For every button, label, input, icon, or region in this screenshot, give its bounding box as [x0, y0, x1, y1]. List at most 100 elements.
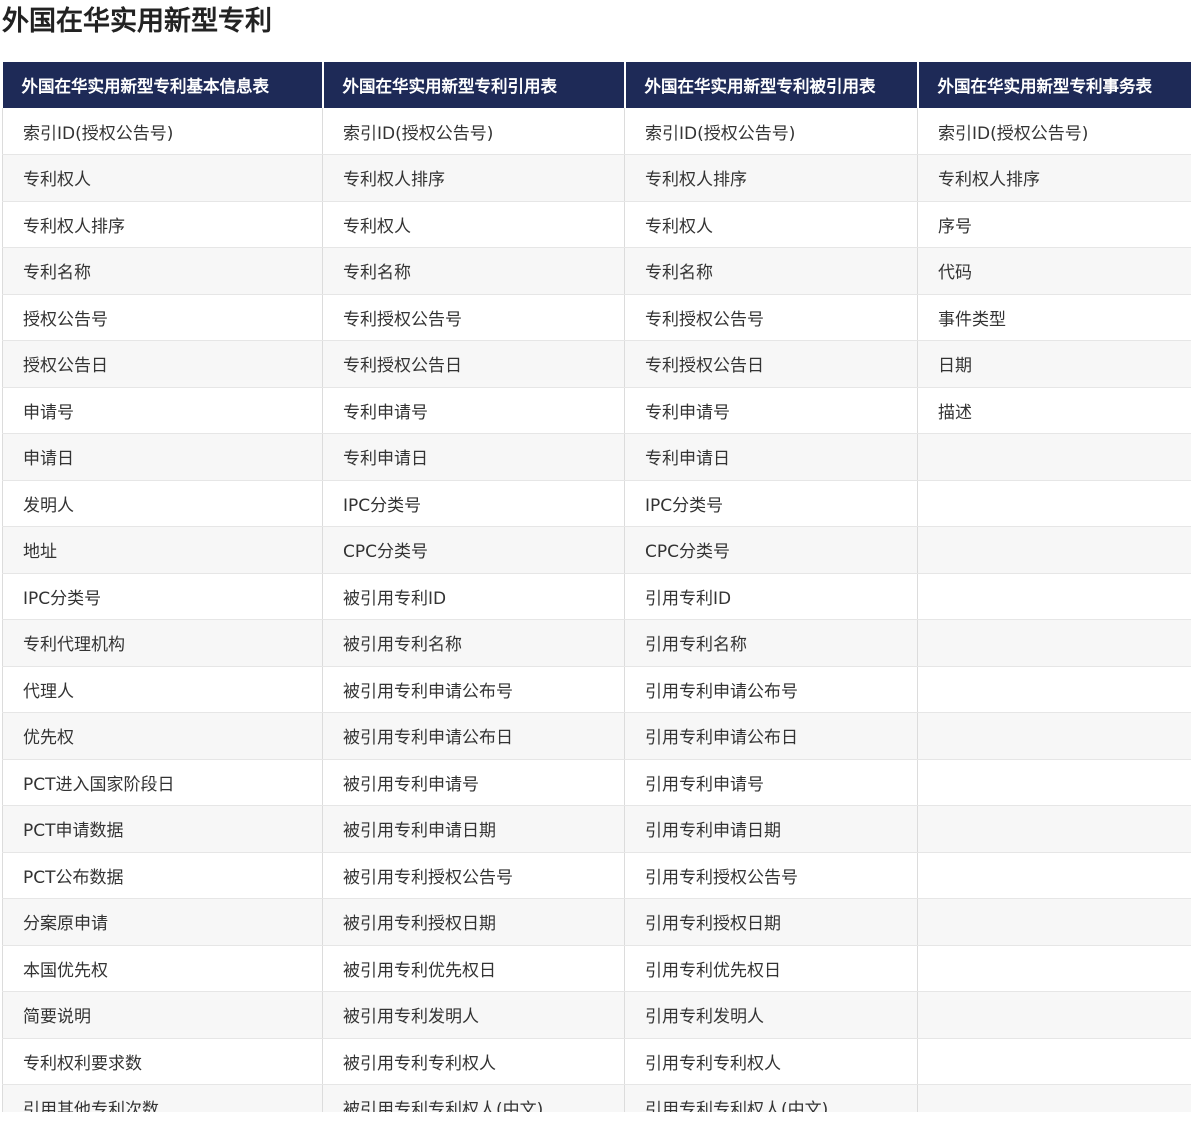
- column-header-transaction: 外国在华实用新型专利事务表: [917, 62, 1191, 108]
- cell-cited-by: 引用专利发明人: [624, 991, 918, 1039]
- table-viewport[interactable]: 外国在华实用新型专利基本信息表 外国在华实用新型专利引用表 外国在华实用新型专利…: [2, 62, 1191, 1112]
- cell-basic-info: 专利权利要求数: [2, 1038, 323, 1085]
- cell-cited-by: 专利申请日: [624, 433, 918, 481]
- table-row: 地址 CPC分类号 CPC分类号: [2, 526, 1191, 574]
- cell-citation: 被引用专利申请日期: [322, 805, 625, 853]
- cell-basic-info: 申请号: [2, 387, 323, 434]
- cell-transaction: 日期: [917, 340, 1191, 388]
- cell-transaction: 序号: [917, 201, 1191, 248]
- cell-cited-by: 引用专利授权公告号: [624, 852, 918, 899]
- table-row: 专利代理机构 被引用专利名称 引用专利名称: [2, 619, 1191, 667]
- cell-citation: 专利授权公告日: [322, 340, 625, 388]
- cell-transaction: [917, 898, 1191, 946]
- table-row: 索引ID(授权公告号) 索引ID(授权公告号) 索引ID(授权公告号) 索引ID(授权…: [2, 108, 1191, 155]
- cell-citation: 专利名称: [322, 247, 625, 295]
- cell-cited-by: 专利名称: [624, 247, 918, 295]
- cell-transaction: [917, 1084, 1191, 1112]
- column-header-cited-by: 外国在华实用新型专利被引用表: [624, 62, 919, 108]
- cell-citation: CPC分类号: [322, 526, 625, 574]
- table-row: 简要说明 被引用专利发明人 引用专利发明人: [2, 991, 1191, 1039]
- cell-transaction: [917, 759, 1191, 806]
- cell-citation: 被引用专利发明人: [322, 991, 625, 1039]
- cell-basic-info: PCT进入国家阶段日: [2, 759, 323, 806]
- table-row: 专利权人排序 专利权人 专利权人 序号: [2, 201, 1191, 248]
- cell-transaction: [917, 573, 1191, 620]
- cell-cited-by: 引用专利名称: [624, 619, 918, 667]
- cell-cited-by: 引用专利优先权日: [624, 945, 918, 992]
- cell-citation: 被引用专利授权公告号: [322, 852, 625, 899]
- cell-transaction: [917, 712, 1191, 760]
- cell-cited-by: 索引ID(授权公告号): [624, 108, 918, 155]
- table-row: 专利权人 专利权人排序 专利权人排序 专利权人排序: [2, 154, 1191, 202]
- cell-basic-info: 授权公告日: [2, 340, 323, 388]
- cell-citation: 被引用专利申请号: [322, 759, 625, 806]
- cell-citation: 被引用专利授权日期: [322, 898, 625, 946]
- cell-transaction: [917, 666, 1191, 713]
- cell-cited-by: 专利权人排序: [624, 154, 918, 202]
- cell-basic-info: IPC分类号: [2, 573, 323, 620]
- cell-transaction: [917, 619, 1191, 667]
- cell-citation: 索引ID(授权公告号): [322, 108, 625, 155]
- cell-transaction: 代码: [917, 247, 1191, 295]
- column-header-basic-info: 外国在华实用新型专利基本信息表: [2, 62, 324, 108]
- table-row: 申请号 专利申请号 专利申请号 描述: [2, 387, 1191, 434]
- cell-cited-by: 引用专利申请公布号: [624, 666, 918, 713]
- cell-basic-info: 代理人: [2, 666, 323, 713]
- column-header-citation: 外国在华实用新型专利引用表: [322, 62, 626, 108]
- cell-transaction: 描述: [917, 387, 1191, 434]
- table-header-row: 外国在华实用新型专利基本信息表 外国在华实用新型专利引用表 外国在华实用新型专利…: [2, 62, 1191, 108]
- cell-basic-info: 专利权人排序: [2, 201, 323, 248]
- cell-citation: 专利权人排序: [322, 154, 625, 202]
- cell-transaction: [917, 1038, 1191, 1085]
- cell-cited-by: 引用专利ID: [624, 573, 918, 620]
- cell-basic-info: 地址: [2, 526, 323, 574]
- schema-table: 外国在华实用新型专利基本信息表 外国在华实用新型专利引用表 外国在华实用新型专利…: [2, 62, 1191, 1112]
- cell-transaction: 专利权人排序: [917, 154, 1191, 202]
- cell-citation: 专利权人: [322, 201, 625, 248]
- cell-basic-info: 引用其他专利次数: [2, 1084, 323, 1112]
- cell-basic-info: 分案原申请: [2, 898, 323, 946]
- cell-transaction: [917, 991, 1191, 1039]
- cell-cited-by: 专利申请号: [624, 387, 918, 434]
- cell-cited-by: CPC分类号: [624, 526, 918, 574]
- page-title: 外国在华实用新型专利: [2, 6, 272, 37]
- table-row: 授权公告日 专利授权公告日 专利授权公告日 日期: [2, 340, 1191, 388]
- table-row: 分案原申请 被引用专利授权日期 引用专利授权日期: [2, 898, 1191, 946]
- table-row: PCT进入国家阶段日 被引用专利申请号 引用专利申请号: [2, 759, 1191, 806]
- cell-citation: 被引用专利申请公布日: [322, 712, 625, 760]
- cell-transaction: 事件类型: [917, 294, 1191, 341]
- cell-cited-by: 专利权人: [624, 201, 918, 248]
- table-body: 索引ID(授权公告号) 索引ID(授权公告号) 索引ID(授权公告号) 索引ID(授权…: [2, 108, 1191, 1112]
- table-row: 授权公告号 专利授权公告号 专利授权公告号 事件类型: [2, 294, 1191, 341]
- table-row: 引用其他专利次数 被引用专利专利权人(中文) 引用专利专利权人(中文): [2, 1084, 1191, 1112]
- cell-cited-by: 专利授权公告日: [624, 340, 918, 388]
- table-row: 专利名称 专利名称 专利名称 代码: [2, 247, 1191, 295]
- cell-cited-by: 专利授权公告号: [624, 294, 918, 341]
- table-row: 代理人 被引用专利申请公布号 引用专利申请公布号: [2, 666, 1191, 713]
- cell-transaction: [917, 480, 1191, 527]
- cell-cited-by: 引用专利专利权人: [624, 1038, 918, 1085]
- cell-transaction: 索引ID(授权公告号): [917, 108, 1191, 155]
- table-row: 发明人 IPC分类号 IPC分类号: [2, 480, 1191, 527]
- cell-basic-info: PCT申请数据: [2, 805, 323, 853]
- cell-basic-info: 专利名称: [2, 247, 323, 295]
- table-row: IPC分类号 被引用专利ID 引用专利ID: [2, 573, 1191, 620]
- cell-basic-info: 专利代理机构: [2, 619, 323, 667]
- cell-citation: 被引用专利名称: [322, 619, 625, 667]
- cell-cited-by: 引用专利申请公布日: [624, 712, 918, 760]
- cell-cited-by: 引用专利专利权人(中文): [624, 1084, 918, 1112]
- cell-basic-info: 申请日: [2, 433, 323, 481]
- cell-citation: 被引用专利申请公布号: [322, 666, 625, 713]
- cell-citation: 被引用专利专利权人: [322, 1038, 625, 1085]
- cell-cited-by: 引用专利申请日期: [624, 805, 918, 853]
- table-row: 本国优先权 被引用专利优先权日 引用专利优先权日: [2, 945, 1191, 992]
- cell-transaction: [917, 526, 1191, 574]
- table-row: PCT公布数据 被引用专利授权公告号 引用专利授权公告号: [2, 852, 1191, 899]
- cell-citation: 被引用专利优先权日: [322, 945, 625, 992]
- cell-citation: 被引用专利专利权人(中文): [322, 1084, 625, 1112]
- cell-basic-info: 授权公告号: [2, 294, 323, 341]
- cell-transaction: [917, 852, 1191, 899]
- table-row: 优先权 被引用专利申请公布日 引用专利申请公布日: [2, 712, 1191, 760]
- cell-citation: 专利申请日: [322, 433, 625, 481]
- table-row: 专利权利要求数 被引用专利专利权人 引用专利专利权人: [2, 1038, 1191, 1085]
